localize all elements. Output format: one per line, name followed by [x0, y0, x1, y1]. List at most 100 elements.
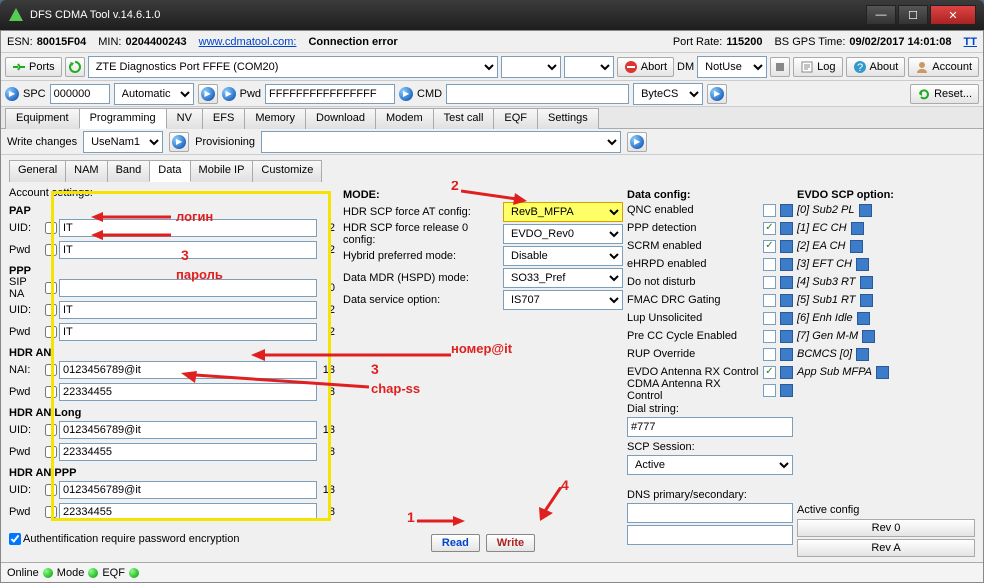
data-mdr-select[interactable]: SO33_Pref	[503, 268, 623, 288]
hdr-scp-rel0-select[interactable]: EVDO_Rev0	[503, 224, 623, 244]
pap-pwd-input[interactable]	[59, 241, 317, 259]
tab-equipment[interactable]: Equipment	[5, 108, 80, 129]
dc-item-check[interactable]	[763, 348, 776, 361]
play-icon-3[interactable]: ▶	[222, 87, 236, 101]
evdo-item-blue[interactable]	[851, 222, 864, 235]
dm-select[interactable]: NotUse	[697, 56, 767, 78]
hybrid-pref-select[interactable]: Disable	[503, 246, 623, 266]
subtab-mobileip[interactable]: Mobile IP	[190, 160, 254, 182]
evdo-item-blue[interactable]	[856, 348, 869, 361]
scp-session-select[interactable]: Active	[627, 455, 793, 475]
long-uid-input[interactable]	[59, 421, 317, 439]
bytecs-select[interactable]: ByteCS	[633, 83, 703, 105]
hdran-pwd-input[interactable]	[59, 383, 317, 401]
hdran-nai-check[interactable]	[45, 364, 57, 376]
dc-item-check[interactable]	[763, 294, 776, 307]
dial-string-input[interactable]	[627, 417, 793, 437]
data-service-select[interactable]: IS707	[503, 290, 623, 310]
dc-item-blue[interactable]	[780, 204, 793, 217]
abort-button[interactable]: Abort	[617, 57, 674, 77]
evdo-item-blue[interactable]	[850, 240, 863, 253]
dc-item-blue[interactable]	[780, 312, 793, 325]
dc-item-blue[interactable]	[780, 240, 793, 253]
dns-primary-input[interactable]	[627, 503, 793, 523]
tab-efs[interactable]: EFS	[202, 108, 245, 129]
minimize-button[interactable]: —	[866, 5, 896, 25]
tab-memory[interactable]: Memory	[244, 108, 306, 129]
dc-item-blue[interactable]	[780, 348, 793, 361]
dc-item-check[interactable]	[763, 330, 776, 343]
tab-programming[interactable]: Programming	[79, 108, 167, 129]
tt-link[interactable]: TT	[964, 36, 977, 48]
provisioning-select[interactable]	[261, 131, 621, 153]
subtab-band[interactable]: Band	[107, 160, 151, 182]
pap-uid-check[interactable]	[45, 222, 57, 234]
dc-item-blue[interactable]	[780, 276, 793, 289]
refresh-ports-button[interactable]	[65, 57, 85, 77]
long-uid-check[interactable]	[45, 424, 57, 436]
ppp-uid-check[interactable]	[45, 304, 57, 316]
dc-item-check[interactable]	[763, 366, 776, 379]
subtab-data[interactable]: Data	[149, 160, 190, 182]
tab-modem[interactable]: Modem	[375, 108, 434, 129]
ppp-uid-input[interactable]	[59, 301, 317, 319]
long-pwd-input[interactable]	[59, 443, 317, 461]
pap-uid-input[interactable]	[59, 219, 317, 237]
provisioning-apply-button[interactable]: ▶	[627, 132, 647, 152]
dc-item-blue[interactable]	[780, 366, 793, 379]
sip-nai-input[interactable]	[59, 279, 317, 297]
dc-item-check[interactable]	[763, 222, 776, 235]
about-button[interactable]: ?About	[846, 57, 906, 77]
dc-item-blue[interactable]	[780, 222, 793, 235]
dc-item-check[interactable]	[763, 240, 776, 253]
dc-item-check[interactable]	[763, 276, 776, 289]
write-apply-button[interactable]: ▶	[169, 132, 189, 152]
rev0-button[interactable]: Rev 0	[797, 519, 975, 537]
nam-select[interactable]: UseNam1	[83, 131, 163, 153]
pwd-input[interactable]	[265, 84, 395, 104]
dc-item-check[interactable]	[763, 204, 776, 217]
dm-icon-button[interactable]	[770, 57, 790, 77]
subtab-customize[interactable]: Customize	[252, 160, 322, 182]
sip-nai-check[interactable]	[45, 282, 57, 294]
ppp-pwd-input[interactable]	[59, 323, 317, 341]
evdo-item-blue[interactable]	[856, 258, 869, 271]
evdo-item-blue[interactable]	[876, 366, 889, 379]
account-button[interactable]: Account	[908, 57, 979, 77]
tab-eqf[interactable]: EQF	[493, 108, 538, 129]
dc-item-blue[interactable]	[780, 384, 793, 397]
subtab-general[interactable]: General	[9, 160, 66, 182]
hdrppp-uid-check[interactable]	[45, 484, 57, 496]
evdo-item-blue[interactable]	[862, 330, 875, 343]
evdo-item-blue[interactable]	[859, 204, 872, 217]
device-select[interactable]: ZTE Diagnostics Port FFFE (COM20)	[88, 56, 498, 78]
dns-secondary-input[interactable]	[627, 525, 793, 545]
play-icon-4[interactable]: ▶	[399, 87, 413, 101]
hdrppp-pwd-input[interactable]	[59, 503, 317, 521]
tab-testcall[interactable]: Test call	[433, 108, 495, 129]
ports-button[interactable]: Ports	[5, 57, 62, 77]
ppp-pwd-check[interactable]	[45, 326, 57, 338]
maximize-button[interactable]: ☐	[898, 5, 928, 25]
spc-input[interactable]	[50, 84, 110, 104]
evdo-item-blue[interactable]	[860, 276, 873, 289]
auth-encryption-check[interactable]	[9, 533, 21, 545]
read-button[interactable]: Read	[431, 534, 480, 552]
cmd-send-button[interactable]: ▶	[707, 84, 727, 104]
tab-download[interactable]: Download	[305, 108, 376, 129]
spc-apply-button[interactable]: ▶	[198, 84, 218, 104]
hdran-nai-input[interactable]	[59, 361, 317, 379]
evdo-item-blue[interactable]	[857, 312, 870, 325]
tab-nv[interactable]: NV	[166, 108, 203, 129]
dc-item-check[interactable]	[763, 312, 776, 325]
close-button[interactable]: ✕	[930, 5, 976, 25]
website-link[interactable]: www.cdmatool.com:	[199, 36, 297, 48]
hdran-pwd-check[interactable]	[45, 386, 57, 398]
tab-settings[interactable]: Settings	[537, 108, 599, 129]
dc-item-blue[interactable]	[780, 294, 793, 307]
cmd-input[interactable]	[446, 84, 629, 104]
long-pwd-check[interactable]	[45, 446, 57, 458]
evdo-item-blue[interactable]	[860, 294, 873, 307]
write-button[interactable]: Write	[486, 534, 535, 552]
log-button[interactable]: Log	[793, 57, 842, 77]
